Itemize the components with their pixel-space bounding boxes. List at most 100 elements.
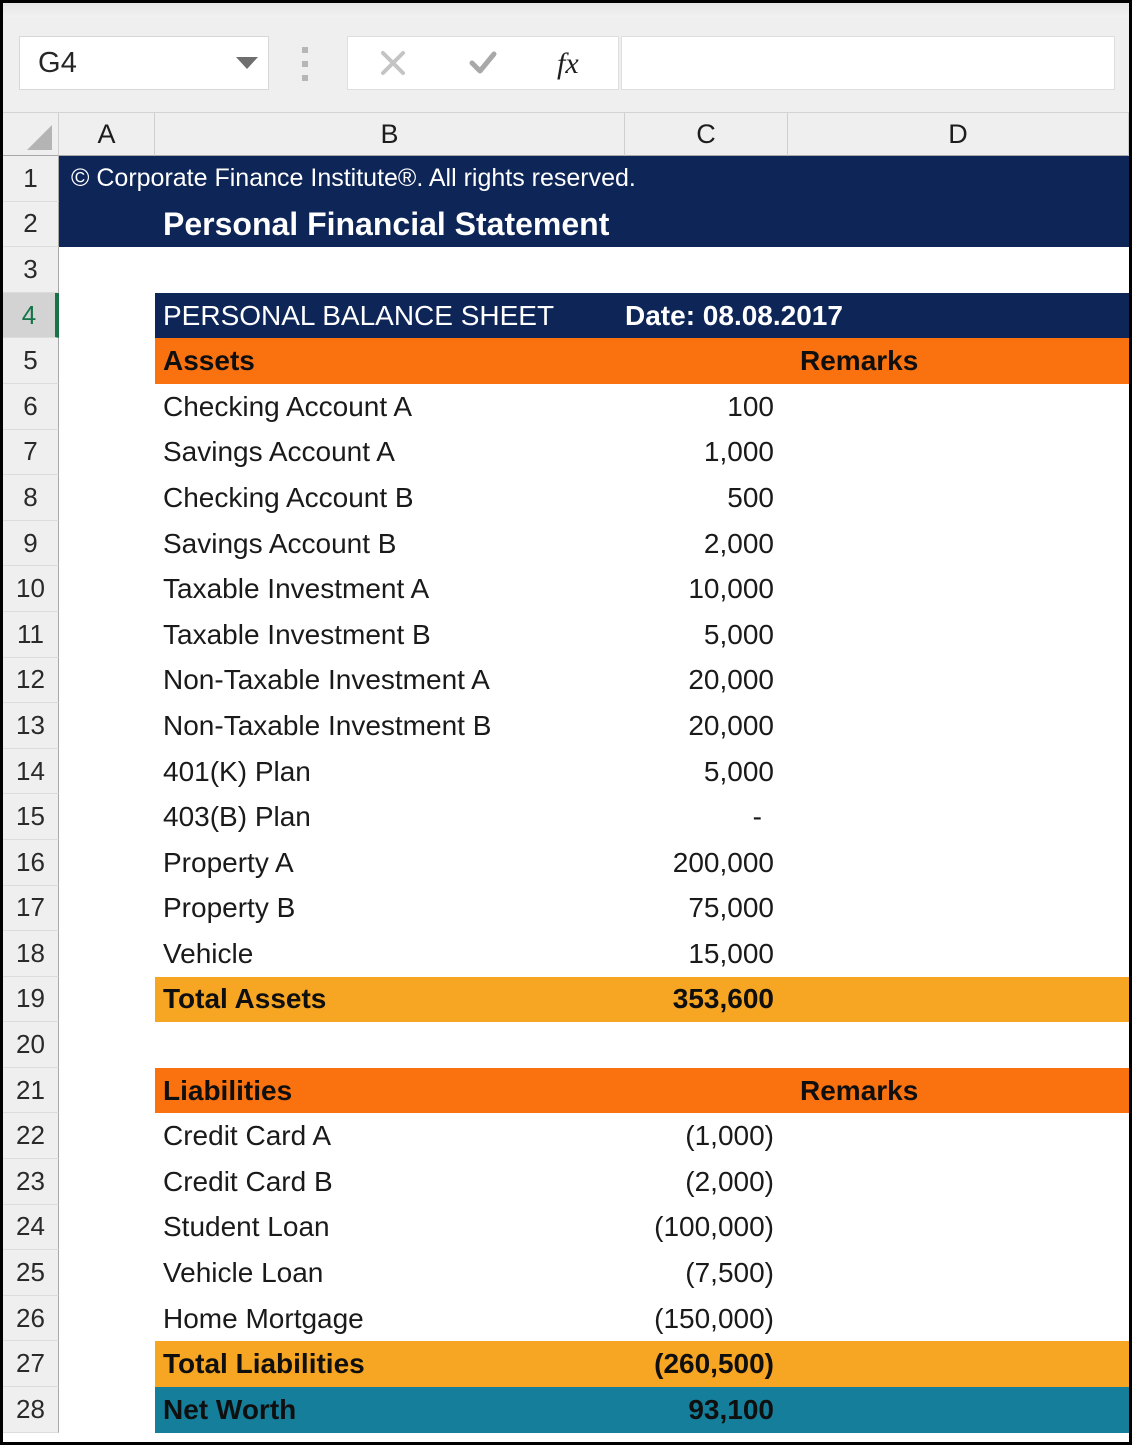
column-header-a[interactable]: A bbox=[59, 113, 155, 156]
row-header-13[interactable]: 13 bbox=[3, 703, 59, 749]
asset-label[interactable]: Taxable Investment B bbox=[155, 612, 625, 658]
row-header-15[interactable]: 15 bbox=[3, 794, 59, 840]
liability-value[interactable]: (2,000) bbox=[625, 1159, 788, 1205]
row-header-8[interactable]: 8 bbox=[3, 475, 59, 521]
asset-value[interactable]: 100 bbox=[625, 384, 788, 430]
asset-remark[interactable] bbox=[788, 612, 1129, 658]
row-header-21[interactable]: 21 bbox=[3, 1067, 59, 1114]
asset-remark[interactable] bbox=[788, 840, 1129, 886]
row-header-2[interactable]: 2 bbox=[3, 201, 59, 248]
row-header-20[interactable]: 20 bbox=[3, 1022, 59, 1068]
column-header-b[interactable]: B bbox=[155, 113, 625, 156]
asset-remark[interactable] bbox=[788, 430, 1129, 476]
asset-label[interactable]: Property A bbox=[155, 840, 625, 886]
row-header-18[interactable]: 18 bbox=[3, 931, 59, 977]
asset-remark[interactable] bbox=[788, 658, 1129, 704]
asset-value[interactable]: 20,000 bbox=[625, 658, 788, 704]
row-header-24[interactable]: 24 bbox=[3, 1204, 59, 1251]
asset-value[interactable]: 20,000 bbox=[625, 703, 788, 749]
row-header-19[interactable]: 19 bbox=[3, 976, 59, 1023]
liability-remark[interactable] bbox=[788, 1159, 1129, 1205]
liability-label[interactable]: Credit Card A bbox=[155, 1113, 625, 1159]
asset-label[interactable]: Savings Account A bbox=[155, 430, 625, 476]
asset-value[interactable]: 2,000 bbox=[625, 521, 788, 567]
asset-remark[interactable] bbox=[788, 521, 1129, 567]
asset-remark[interactable] bbox=[788, 703, 1129, 749]
row-header-5[interactable]: 5 bbox=[3, 338, 59, 384]
liability-remark[interactable] bbox=[788, 1113, 1129, 1159]
row-header-4[interactable]: 4 bbox=[3, 292, 59, 339]
liability-value[interactable]: (150,000) bbox=[625, 1296, 788, 1342]
asset-remark[interactable] bbox=[788, 475, 1129, 521]
select-all-corner-icon[interactable] bbox=[3, 113, 59, 156]
asset-label[interactable]: 403(B) Plan bbox=[155, 794, 625, 840]
asset-remark[interactable] bbox=[788, 931, 1129, 977]
row-header-1[interactable]: 1 bbox=[3, 156, 59, 202]
chevron-down-icon[interactable] bbox=[236, 57, 258, 69]
row-header-22[interactable]: 22 bbox=[3, 1113, 59, 1160]
asset-label[interactable]: Non-Taxable Investment A bbox=[155, 658, 625, 704]
row-header-12[interactable]: 12 bbox=[3, 657, 59, 704]
asset-value[interactable]: 1,000 bbox=[625, 430, 788, 476]
formula-input[interactable] bbox=[621, 36, 1115, 90]
row-header-26[interactable]: 26 bbox=[3, 1295, 59, 1342]
asset-remark[interactable] bbox=[788, 749, 1129, 795]
asset-value[interactable]: 5,000 bbox=[625, 612, 788, 658]
row-header-14[interactable]: 14 bbox=[3, 748, 59, 795]
total-liabilities-label: Total Liabilities bbox=[163, 1348, 365, 1380]
asset-label[interactable]: Property B bbox=[155, 886, 625, 932]
asset-value[interactable]: 15,000 bbox=[625, 931, 788, 977]
table-row: 20 bbox=[3, 1022, 1129, 1068]
column-header-d[interactable]: D bbox=[788, 113, 1129, 156]
asset-label[interactable]: Checking Account A bbox=[155, 384, 625, 430]
fx-icon[interactable]: fx bbox=[528, 37, 618, 89]
asset-value[interactable]: 75,000 bbox=[625, 886, 788, 932]
liability-label[interactable]: Vehicle Loan bbox=[155, 1250, 625, 1296]
asset-value[interactable]: 5,000 bbox=[625, 749, 788, 795]
liability-label[interactable]: Student Loan bbox=[155, 1205, 625, 1251]
asset-value[interactable]: 10,000 bbox=[625, 566, 788, 612]
row-header-25[interactable]: 25 bbox=[3, 1250, 59, 1296]
row-header-27[interactable]: 27 bbox=[3, 1341, 59, 1388]
liability-label[interactable]: Home Mortgage bbox=[155, 1296, 625, 1342]
row-header-28[interactable]: 28 bbox=[3, 1387, 59, 1433]
liability-value[interactable]: (100,000) bbox=[625, 1205, 788, 1251]
liability-label[interactable]: Credit Card B bbox=[155, 1159, 625, 1205]
row-5-cells: Assets Remarks bbox=[59, 338, 1129, 384]
liability-value[interactable]: (7,500) bbox=[625, 1250, 788, 1296]
row-header-16[interactable]: 16 bbox=[3, 839, 59, 886]
row-header-7[interactable]: 7 bbox=[3, 429, 59, 476]
table-row: 9 Savings Account B 2,000 bbox=[3, 520, 1129, 567]
liability-remark[interactable] bbox=[788, 1296, 1129, 1342]
asset-remark[interactable] bbox=[788, 794, 1129, 840]
row-header-23[interactable]: 23 bbox=[3, 1159, 59, 1205]
asset-value[interactable]: - bbox=[625, 794, 788, 840]
asset-label[interactable]: Savings Account B bbox=[155, 521, 625, 567]
asset-value[interactable]: 200,000 bbox=[625, 840, 788, 886]
row-21-cells: Liabilities Remarks bbox=[59, 1067, 1129, 1114]
asset-label[interactable]: Vehicle bbox=[155, 931, 625, 977]
asset-value[interactable]: 500 bbox=[625, 475, 788, 521]
enter-check-icon[interactable] bbox=[438, 37, 528, 89]
net-worth-label: Net Worth bbox=[163, 1393, 297, 1425]
kebab-menu-icon[interactable] bbox=[298, 47, 312, 81]
row-header-10[interactable]: 10 bbox=[3, 566, 59, 612]
row-header-3[interactable]: 3 bbox=[3, 247, 59, 293]
column-header-c[interactable]: C bbox=[625, 113, 788, 156]
asset-label[interactable]: Checking Account B bbox=[155, 475, 625, 521]
row-header-6[interactable]: 6 bbox=[3, 383, 59, 430]
row-header-11[interactable]: 11 bbox=[3, 611, 59, 658]
liability-remark[interactable] bbox=[788, 1250, 1129, 1296]
row-header-17[interactable]: 17 bbox=[3, 885, 59, 932]
asset-remark[interactable] bbox=[788, 886, 1129, 932]
liability-value[interactable]: (1,000) bbox=[625, 1113, 788, 1159]
asset-label[interactable]: 401(K) Plan bbox=[155, 749, 625, 795]
asset-remark[interactable] bbox=[788, 566, 1129, 612]
liability-remark[interactable] bbox=[788, 1205, 1129, 1251]
asset-label[interactable]: Non-Taxable Investment B bbox=[155, 703, 625, 749]
row-header-9[interactable]: 9 bbox=[3, 520, 59, 567]
asset-remark[interactable] bbox=[788, 384, 1129, 430]
asset-label[interactable]: Taxable Investment A bbox=[155, 566, 625, 612]
name-box[interactable]: G4 bbox=[19, 36, 269, 90]
cancel-x-icon[interactable] bbox=[348, 37, 438, 89]
